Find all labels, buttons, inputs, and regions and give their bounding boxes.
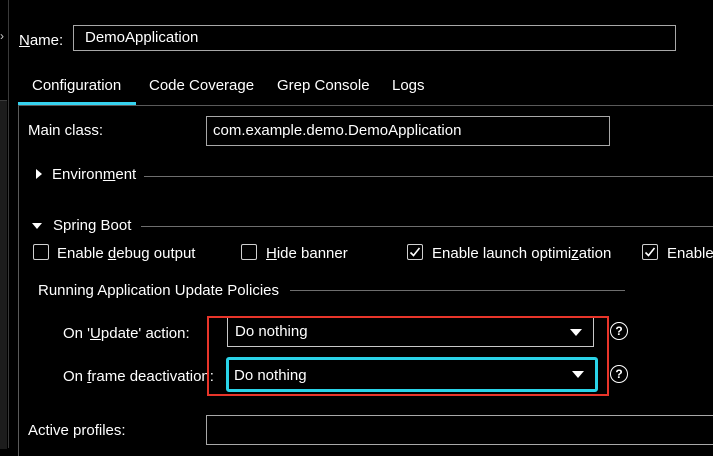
expand-triangle-icon[interactable] [36, 169, 42, 179]
collapse-triangle-icon[interactable] [32, 223, 42, 229]
left-panel-edge: › [0, 0, 9, 449]
spring-boot-separator [141, 226, 713, 227]
update-policies-separator [290, 290, 625, 291]
on-frame-deactivation-label: On frame deactivation: [63, 368, 214, 385]
left-panel-scrollbar[interactable] [0, 100, 7, 449]
highlight-annotation-box [207, 316, 609, 396]
name-label: Name: [19, 32, 64, 49]
tab-logs[interactable]: Logs [392, 77, 425, 95]
chevron-right-icon[interactable]: › [0, 30, 4, 42]
enable-jmx-checkbox[interactable] [642, 244, 658, 260]
tab-grep-console[interactable]: Grep Console [277, 77, 370, 95]
hide-banner-checkbox[interactable] [241, 244, 257, 260]
tab-configuration[interactable]: Configuration [32, 77, 121, 95]
hide-banner-label: Hide banner [266, 245, 348, 262]
tab-content-panel [18, 105, 713, 456]
tab-code-coverage[interactable]: Code Coverage [149, 77, 254, 95]
spring-boot-section-header[interactable]: Spring Boot [53, 217, 131, 235]
help-icon[interactable]: ? [610, 322, 628, 340]
enable-launch-optimization-label: Enable launch optimization [432, 245, 612, 262]
enable-jmx-label: Enable [667, 245, 713, 262]
main-class-input[interactable]: com.example.demo.DemoApplication [206, 116, 610, 146]
on-update-action-label: On 'Update' action: [63, 325, 190, 342]
active-profiles-label: Active profiles: [28, 422, 126, 439]
help-icon[interactable]: ? [610, 365, 628, 383]
enable-launch-optimization-checkbox[interactable] [407, 244, 423, 260]
name-input[interactable]: DemoApplication [73, 25, 676, 51]
environment-section-header[interactable]: Environment [52, 166, 136, 184]
active-profiles-input[interactable] [206, 415, 713, 445]
main-class-label: Main class: [28, 122, 104, 139]
environment-separator [144, 176, 713, 177]
enable-debug-output-label: Enable debug output [57, 245, 196, 262]
update-policies-title: Running Application Update Policies [38, 282, 279, 299]
enable-debug-output-checkbox[interactable] [33, 244, 49, 260]
checkmark-icon [409, 247, 421, 257]
checkmark-icon [644, 247, 656, 257]
